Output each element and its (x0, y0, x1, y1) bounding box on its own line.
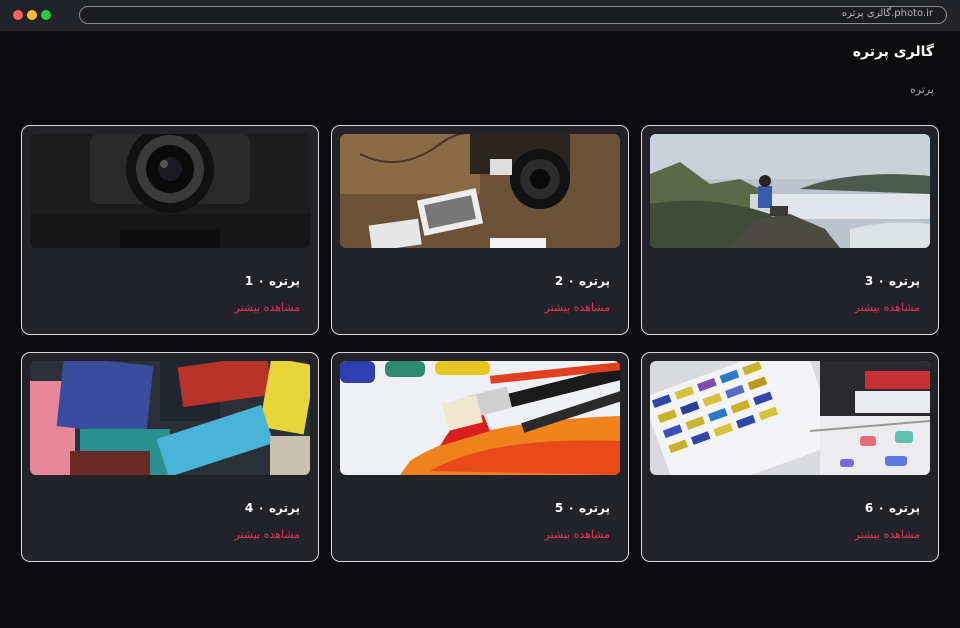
view-more-link[interactable]: مشاهده بیشتر (235, 301, 300, 314)
card-image-photographer-mountain[interactable] (650, 134, 930, 248)
card-image-brushes-with-paint[interactable] (340, 361, 620, 475)
gallery-card-3[interactable]: پرتره ۰ 3 مشاهده بیشتر (641, 125, 939, 335)
card-title: پرتره ۰ 3 (864, 274, 920, 288)
card-image-camera-closeup[interactable] (30, 134, 310, 248)
gallery-card-6[interactable]: پرتره ۰ 6 مشاهده بیشتر (641, 352, 939, 562)
card-title: پرتره ۰ 6 (864, 501, 920, 515)
card-title: پرتره ۰ 5 (554, 501, 610, 515)
card-title: پرتره ۰ 1 (244, 274, 300, 288)
address-text: گالری پرتره.photo.ir (841, 8, 933, 19)
card-image-paint-brushes[interactable] (30, 361, 310, 475)
gallery-card-5[interactable]: پرتره ۰ 5 مشاهده بیشتر (331, 352, 629, 562)
card-image-camera-on-map[interactable] (340, 134, 620, 248)
address-bar[interactable]: گالری پرتره.photo.ir (79, 6, 947, 24)
card-image-color-swatches[interactable] (650, 361, 930, 475)
view-more-link[interactable]: مشاهده بیشتر (545, 301, 610, 314)
gallery-card-4[interactable]: پرتره ۰ 4 مشاهده بیشتر (21, 352, 319, 562)
minimize-window-dot[interactable] (27, 10, 37, 20)
close-window-dot[interactable] (13, 10, 23, 20)
view-more-link[interactable]: مشاهده بیشتر (235, 528, 300, 541)
card-title: پرتره ۰ 4 (244, 501, 300, 515)
maximize-window-dot[interactable] (41, 10, 51, 20)
gallery-card-2[interactable]: پرتره ۰ 2 مشاهده بیشتر (331, 125, 629, 335)
page-title: گالری پرتره (852, 44, 934, 60)
view-more-link[interactable]: مشاهده بیشتر (545, 528, 610, 541)
gallery-card-1[interactable]: پرتره ۰ 1 مشاهده بیشتر (21, 125, 319, 335)
view-more-link[interactable]: مشاهده بیشتر (855, 528, 920, 541)
view-more-link[interactable]: مشاهده بیشتر (855, 301, 920, 314)
card-title: پرتره ۰ 2 (554, 274, 610, 288)
browser-titlebar: گالری پرتره.photo.ir (0, 0, 960, 31)
breadcrumb[interactable]: پرتره (910, 83, 934, 96)
